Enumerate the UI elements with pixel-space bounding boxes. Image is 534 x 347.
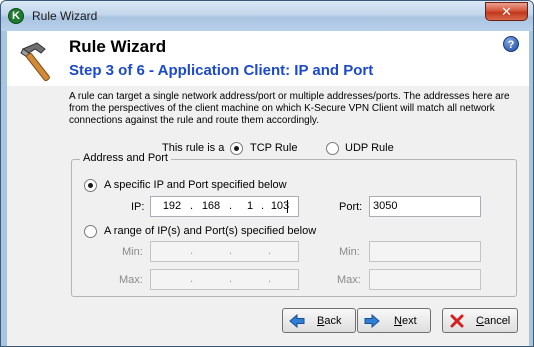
back-button-label: Back [317, 315, 342, 327]
close-button[interactable]: ✕ [485, 2, 528, 21]
ip-max-label: Max: [119, 274, 143, 286]
next-button-label: Next [394, 315, 417, 327]
tcp-rule-label[interactable]: TCP Rule [250, 142, 297, 154]
ip-dot: . [268, 245, 272, 257]
ip-label: IP: [131, 201, 145, 213]
ip-range-radio[interactable] [84, 225, 97, 238]
ip-dot: . [229, 273, 233, 285]
help-icon[interactable]: ? [503, 36, 519, 52]
ip-range-label[interactable]: A range of IP(s) and Port(s) specified b… [104, 225, 316, 237]
cancel-button-label: Cancel [476, 315, 511, 327]
wizard-header: Rule Wizard Step 3 of 6 - Application Cl… [7, 31, 529, 86]
port-input[interactable]: 3050 [369, 196, 481, 217]
tcp-rule-radio[interactable] [230, 142, 243, 155]
rule-type-label: This rule is a [162, 142, 225, 154]
step-description: A rule can target a single network addre… [69, 91, 510, 126]
step-title: Step 3 of 6 - Application Client: IP and… [69, 62, 374, 79]
ip-min-input[interactable]: . . . [150, 241, 299, 262]
ip-octet-3[interactable]: 1 [237, 200, 263, 212]
wizard-title: Rule Wizard [69, 37, 167, 56]
text-caret [287, 200, 288, 213]
ip-max-input[interactable]: . . . [150, 269, 299, 290]
next-button[interactable]: Next [357, 308, 431, 333]
rule-wizard-window: K Rule Wizard ✕ Rule Wizard Step 3 of 6 … [0, 0, 534, 347]
port-min-input[interactable] [369, 241, 481, 262]
wizard-client-area: Rule Wizard Step 3 of 6 - Application Cl… [7, 31, 529, 346]
ip-dot: . [190, 245, 194, 257]
cancel-button[interactable]: Cancel [442, 308, 518, 333]
title-bar[interactable]: K Rule Wizard ✕ [1, 1, 533, 31]
specific-ip-radio[interactable] [84, 179, 97, 192]
ip-min-label: Min: [122, 246, 143, 258]
ip-dot: . [190, 200, 194, 212]
port-max-input[interactable] [369, 269, 481, 290]
specific-ip-label[interactable]: A specific IP and Port specified below [104, 179, 287, 191]
address-port-legend: Address and Port [80, 152, 171, 164]
port-max-label: Max: [337, 274, 361, 286]
ip-address-input[interactable]: 192 . 168 . 1 . 103 [150, 196, 299, 217]
udp-rule-radio[interactable] [326, 142, 339, 155]
ip-octet-4[interactable]: 103 [267, 200, 293, 212]
ip-dot: . [229, 245, 233, 257]
port-label: Port: [339, 201, 363, 213]
udp-rule-label[interactable]: UDP Rule [345, 142, 394, 154]
back-button[interactable]: Back [282, 308, 356, 333]
ip-dot: . [268, 273, 272, 285]
port-min-label: Min: [339, 246, 360, 258]
ip-octet-1[interactable]: 192 [159, 200, 185, 212]
ip-octet-2[interactable]: 168 [198, 200, 224, 212]
window-title: Rule Wizard [32, 9, 98, 23]
arrow-right-icon [364, 313, 380, 329]
ip-dot: . [261, 200, 265, 212]
red-x-icon [450, 314, 464, 328]
arrow-left-icon [289, 313, 305, 329]
hammer-icon [20, 42, 50, 82]
ip-dot: . [190, 273, 194, 285]
app-logo-icon: K [8, 8, 24, 24]
ip-dot: . [229, 200, 233, 212]
